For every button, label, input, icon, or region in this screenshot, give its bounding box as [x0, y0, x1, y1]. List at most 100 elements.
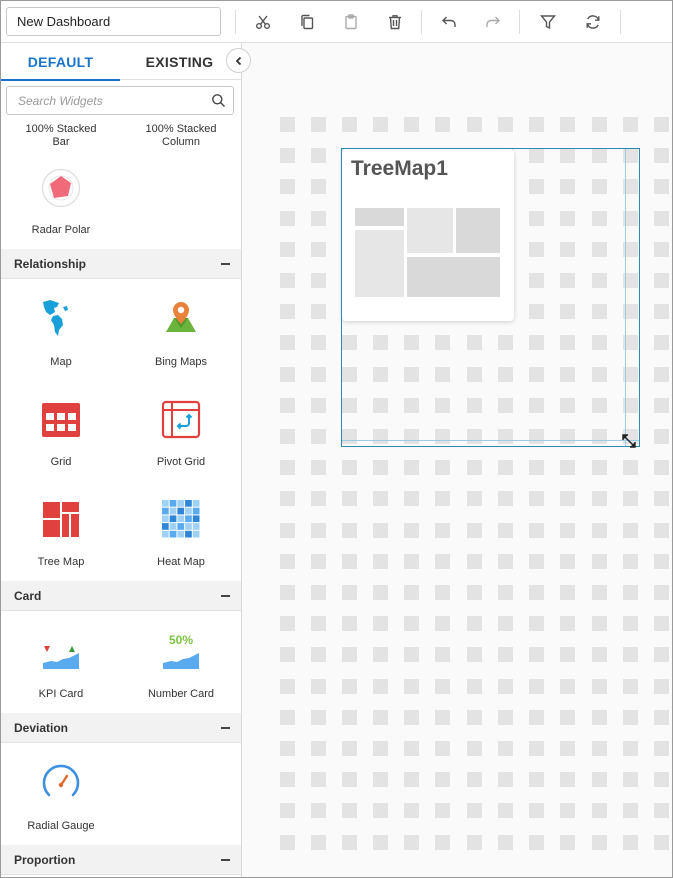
canvas-grid-cell: [560, 772, 575, 787]
paste-button[interactable]: [338, 10, 364, 34]
canvas-grid-cell: [529, 585, 544, 600]
canvas-grid-cell: [311, 179, 326, 194]
collapse-minus-icon[interactable]: [221, 595, 230, 597]
canvas-grid-cell: [435, 772, 450, 787]
canvas-grid-cell: [560, 335, 575, 350]
canvas-grid-cell: [592, 460, 607, 475]
canvas-grid-cell: [623, 803, 638, 818]
canvas-grid-cell: [529, 523, 544, 538]
treemap-widget[interactable]: TreeMap1: [342, 149, 514, 321]
canvas-grid-cell: [373, 616, 388, 631]
widget-label: 100% Stacked: [25, 123, 97, 135]
canvas-grid-cell: [498, 117, 513, 132]
copy-button[interactable]: [294, 10, 320, 34]
canvas-grid-cell: [373, 554, 388, 569]
category-relationship[interactable]: Relationship: [1, 249, 241, 279]
widget-grid[interactable]: Grid: [1, 398, 121, 473]
refresh-button[interactable]: [580, 10, 606, 34]
canvas-grid-cell: [654, 616, 669, 631]
cut-button[interactable]: [250, 10, 276, 34]
widget-label: 100% Stacked: [145, 123, 217, 135]
widget-kpi-card[interactable]: KPI Card: [1, 630, 121, 705]
resize-handle-icon[interactable]: [618, 431, 640, 451]
toolbar: [1, 1, 672, 43]
widget-label: Column: [162, 136, 200, 148]
canvas-grid-cell: [280, 242, 295, 257]
canvas-grid-cell: [373, 741, 388, 756]
filter-button[interactable]: [535, 10, 561, 34]
widget-bing-maps[interactable]: Bing Maps: [121, 298, 241, 373]
canvas-grid-cell: [467, 491, 482, 506]
canvas-grid-cell: [373, 117, 388, 132]
widget-label: Pivot Grid: [156, 456, 206, 468]
canvas-grid-cell: [560, 429, 575, 444]
canvas-grid-cell: [498, 460, 513, 475]
undo-button[interactable]: [436, 10, 462, 34]
canvas-grid-cell: [280, 429, 295, 444]
canvas-grid-cell: [498, 429, 513, 444]
canvas-grid-cell: [592, 304, 607, 319]
dashboard-title-input[interactable]: [6, 7, 221, 36]
collapse-panel-button[interactable]: [226, 48, 251, 73]
collapse-minus-icon[interactable]: [221, 859, 230, 861]
widget-radial-gauge[interactable]: Radial Gauge: [1, 762, 121, 837]
canvas-grid-cell: [435, 398, 450, 413]
canvas-grid-cell: [623, 585, 638, 600]
canvas-grid-cell: [623, 242, 638, 257]
canvas-grid-cell: [404, 117, 419, 132]
canvas-grid-cell: [498, 835, 513, 850]
widget-heat-map[interactable]: Heat Map: [121, 498, 241, 573]
canvas-grid-cell: [342, 335, 357, 350]
canvas-grid-cell: [498, 523, 513, 538]
canvas-grid-cell: [311, 679, 326, 694]
canvas-grid-cell: [342, 117, 357, 132]
redo-button[interactable]: [480, 10, 506, 34]
collapse-minus-icon[interactable]: [221, 263, 230, 265]
canvas-grid-cell: [467, 835, 482, 850]
canvas-grid-cell: [342, 741, 357, 756]
canvas-grid-cell: [623, 398, 638, 413]
canvas-grid-cell: [592, 148, 607, 163]
canvas-grid-cell: [435, 803, 450, 818]
canvas-grid-cell: [654, 242, 669, 257]
widget-100-stacked-column[interactable]: 100% Stacked Column: [121, 123, 241, 149]
dashboard-canvas[interactable]: TreeMap1: [242, 43, 672, 877]
widget-number-card[interactable]: 50% Number Card: [121, 630, 241, 705]
tab-default[interactable]: DEFAULT: [1, 43, 120, 81]
canvas-grid-cell: [529, 367, 544, 382]
kpi-card-icon: [41, 631, 81, 671]
canvas-grid-cell: [342, 647, 357, 662]
canvas-grid-cell: [592, 710, 607, 725]
canvas-grid-cell: [654, 460, 669, 475]
widget-map[interactable]: Map: [1, 298, 121, 373]
panel-tabs: DEFAULT EXISTING: [1, 43, 241, 81]
widget-pivot-grid[interactable]: Pivot Grid: [121, 398, 241, 473]
canvas-grid-cell: [592, 835, 607, 850]
canvas-grid-cell: [623, 273, 638, 288]
canvas-grid-cell: [654, 179, 669, 194]
canvas-grid-cell: [498, 647, 513, 662]
canvas-grid-cell: [529, 616, 544, 631]
canvas-grid-cell: [342, 835, 357, 850]
category-deviation[interactable]: Deviation: [1, 713, 241, 743]
search-icon[interactable]: [211, 93, 226, 108]
canvas-grid-cell: [623, 679, 638, 694]
canvas-grid-cell: [560, 647, 575, 662]
treemap-placeholder-block: [355, 230, 404, 297]
search-widgets-input[interactable]: [7, 87, 207, 114]
canvas-grid-cell: [373, 585, 388, 600]
canvas-grid-cell: [342, 679, 357, 694]
canvas-grid-cell: [373, 429, 388, 444]
widget-100-stacked-bar[interactable]: 100% Stacked Bar: [1, 123, 121, 149]
widget-tree-map[interactable]: Tree Map: [1, 498, 121, 573]
category-card[interactable]: Card: [1, 581, 241, 611]
tab-existing[interactable]: EXISTING: [120, 43, 239, 80]
canvas-grid-cell: [311, 585, 326, 600]
delete-button[interactable]: [382, 10, 408, 34]
collapse-minus-icon[interactable]: [221, 727, 230, 729]
category-proportion[interactable]: Proportion: [1, 845, 241, 875]
widget-radar-polar[interactable]: Radar Polar: [1, 166, 121, 241]
canvas-grid-cell: [435, 554, 450, 569]
canvas-grid-cell: [560, 242, 575, 257]
canvas-grid-cell: [592, 242, 607, 257]
